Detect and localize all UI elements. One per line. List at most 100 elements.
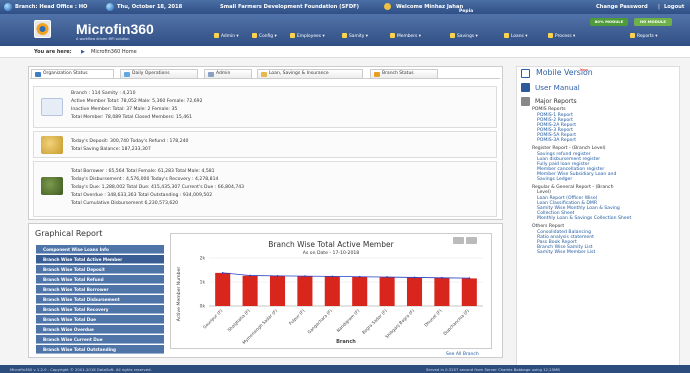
- report-icon: [521, 97, 530, 106]
- book-icon: [521, 83, 530, 92]
- report-category: POMIS Reports: [532, 107, 566, 112]
- y-tick-label: 1k: [200, 280, 206, 286]
- module-button-2[interactable]: HO MODULE: [634, 18, 672, 26]
- report-category: Register Report - (Branch Level): [532, 146, 606, 151]
- report-link[interactable]: Savings Ledger: [537, 177, 572, 182]
- tab-divider: [30, 78, 500, 79]
- new-badge: New: [580, 67, 589, 72]
- nav-reports[interactable]: Reports ▾: [630, 33, 657, 39]
- x-tick-label: Gangachara (F): [306, 308, 333, 335]
- loan-line-5: Total Cumulative Disbursement 6,230,573,…: [71, 201, 179, 206]
- breadcrumb-label: You are here:: [34, 49, 72, 55]
- deposit-line-1: Today's Deposit: 300,740 Today's Refund …: [71, 139, 189, 144]
- x-tick-label: Dupchanchia (F): [442, 308, 470, 336]
- table-icon: [41, 98, 63, 116]
- see-all-branch-link[interactable]: See All Branch: [446, 352, 479, 357]
- nav-samity[interactable]: Samity ▾: [342, 33, 368, 39]
- org-line-2: Active Member Total: 78,052 Male: 5,360 …: [71, 99, 203, 104]
- report-menu-item[interactable]: Branch Wise Total Borrower: [36, 285, 164, 294]
- loan-line-1: Total Borrower : 65,564 Total Female: 61…: [71, 169, 215, 174]
- nav-savings[interactable]: Savings ▾: [450, 33, 478, 39]
- y-tick-label: 2k: [200, 256, 206, 262]
- change-password-link[interactable]: Change Password: [596, 4, 648, 10]
- current-date: Thu, October 18, 2018: [117, 4, 183, 10]
- major-reports-heading: Major Reports: [535, 98, 577, 105]
- x-tick-label: Fulpur (F): [288, 308, 306, 326]
- report-menu-item[interactable]: Branch Wise Total Refund: [36, 275, 164, 284]
- chart-subtitle: As on Date - 17-10-2018: [303, 250, 360, 256]
- report-link[interactable]: Monthly Loan & Savings Collection Sheet: [537, 216, 631, 221]
- trend-line: [222, 272, 470, 279]
- chart-container: Branch Wise Total Active Member As on Da…: [170, 233, 492, 349]
- chart-bar[interactable]: [297, 276, 313, 306]
- chart-bar[interactable]: [269, 276, 286, 306]
- chart-bar[interactable]: [379, 277, 395, 306]
- loan-line-3: Today's Due: 1,288,002 Total Due: 415,43…: [71, 185, 245, 190]
- footer: Microfin360 v 1.2.0 . Copyright © 2001-2…: [0, 365, 690, 373]
- report-menu-item[interactable]: Branch Wise Total Active Member: [36, 255, 164, 264]
- server-info: Served in 0.3257 second from Server Char…: [426, 366, 560, 372]
- trend-point: [331, 275, 334, 278]
- trend-point: [386, 276, 388, 278]
- breadcrumb: You are here: ▶ Microfin360 Home: [0, 46, 690, 58]
- breadcrumb-current[interactable]: Microfin360 Home: [91, 49, 137, 55]
- tab-organization-status[interactable]: Organization Status: [31, 69, 114, 78]
- org-line-3: Inactive Member: Total: 37 Male: 2 Femal…: [71, 107, 178, 112]
- report-menu-item[interactable]: Branch Wise Total Due: [36, 315, 164, 324]
- trend-point: [249, 274, 251, 277]
- nav-members[interactable]: Members ▾: [390, 33, 421, 39]
- report-menu-item[interactable]: Branch Wise Total Outstanding: [36, 345, 164, 354]
- nav-employees[interactable]: Employees ▾: [290, 33, 325, 39]
- chart-bar[interactable]: [434, 277, 450, 306]
- coins-icon: [41, 136, 63, 154]
- chart-bar[interactable]: [215, 272, 231, 306]
- plot-area: 2k1k0kGouripur (F) Shalghatia (F)Mymensin…: [200, 256, 483, 345]
- trend-point: [441, 276, 443, 279]
- chart-bar[interactable]: [242, 275, 258, 306]
- loan-line-4: Total Overdue : 348,633,363 Total Outsta…: [71, 193, 213, 198]
- org-line-1: Branch : 114 Samity : 4,210: [71, 91, 136, 96]
- user-manual-link[interactable]: User Manual: [535, 83, 580, 92]
- chart-ylabel: Active Member Number: [176, 267, 182, 322]
- trend-point: [358, 275, 361, 278]
- x-tick-label: Shalghatia (F): [227, 308, 252, 333]
- report-menu-item[interactable]: Branch Wise Total Disbursement: [36, 295, 164, 304]
- report-link[interactable]: Samity Wise Member List: [537, 250, 595, 255]
- report-menu-item[interactable]: Branch Wise Overdue: [36, 325, 164, 334]
- organization-name: Small Farmers Development Foundation (SF…: [220, 4, 360, 10]
- graphical-report-title: Graphical Report: [35, 229, 103, 238]
- chart-bar[interactable]: [461, 278, 477, 306]
- chart-bar[interactable]: [352, 276, 368, 306]
- tab-daily-operations[interactable]: Daily Operations: [120, 69, 198, 78]
- report-category-cont: Level): [537, 190, 551, 195]
- tab-loan-savings-insurance[interactable]: Loan, Savings & Insurance: [257, 69, 363, 78]
- branch-member-chart: Branch Wise Total Active Member As on Da…: [176, 237, 483, 345]
- top-status-bar: Branch: Head Office : HO Thu, October 18…: [0, 0, 690, 14]
- chart-xlabel: Branch: [336, 339, 356, 345]
- x-tick-label: Dhunot (F): [423, 308, 443, 328]
- report-menu-item[interactable]: Branch Wise Total Recovery: [36, 305, 164, 314]
- chart-bar[interactable]: [406, 277, 423, 306]
- report-category: Others Report: [532, 224, 565, 229]
- report-link[interactable]: POMIS-3A Report: [537, 138, 576, 143]
- report-menu-item[interactable]: Component Wise Loans Info: [36, 245, 164, 254]
- tab-admin[interactable]: Admin: [204, 69, 252, 78]
- report-menu-item[interactable]: Branch Wise Total Deposit: [36, 265, 164, 274]
- trend-point: [276, 274, 279, 277]
- logout-link[interactable]: Logout: [664, 4, 684, 10]
- chart-bar[interactable]: [324, 276, 340, 306]
- deposit-section: [33, 131, 497, 158]
- money-icon: [41, 177, 63, 195]
- print-icon[interactable]: [453, 237, 464, 244]
- nav-config[interactable]: Config ▾: [252, 33, 277, 39]
- module-button-1[interactable]: 80% MODULE: [590, 18, 628, 26]
- download-icon[interactable]: [466, 237, 477, 244]
- report-menu-item[interactable]: Branch Wise Current Due: [36, 335, 164, 344]
- separator: |: [658, 4, 660, 10]
- nav-loans[interactable]: Loans ▾: [504, 33, 527, 39]
- tab-branch-status[interactable]: Branch Status: [370, 69, 438, 78]
- trend-point: [221, 271, 224, 274]
- nav-admin[interactable]: Admin ▾: [214, 33, 239, 39]
- x-tick-label: Bogra Sadar (F): [361, 308, 388, 335]
- nav-process[interactable]: Process ▾: [548, 33, 575, 39]
